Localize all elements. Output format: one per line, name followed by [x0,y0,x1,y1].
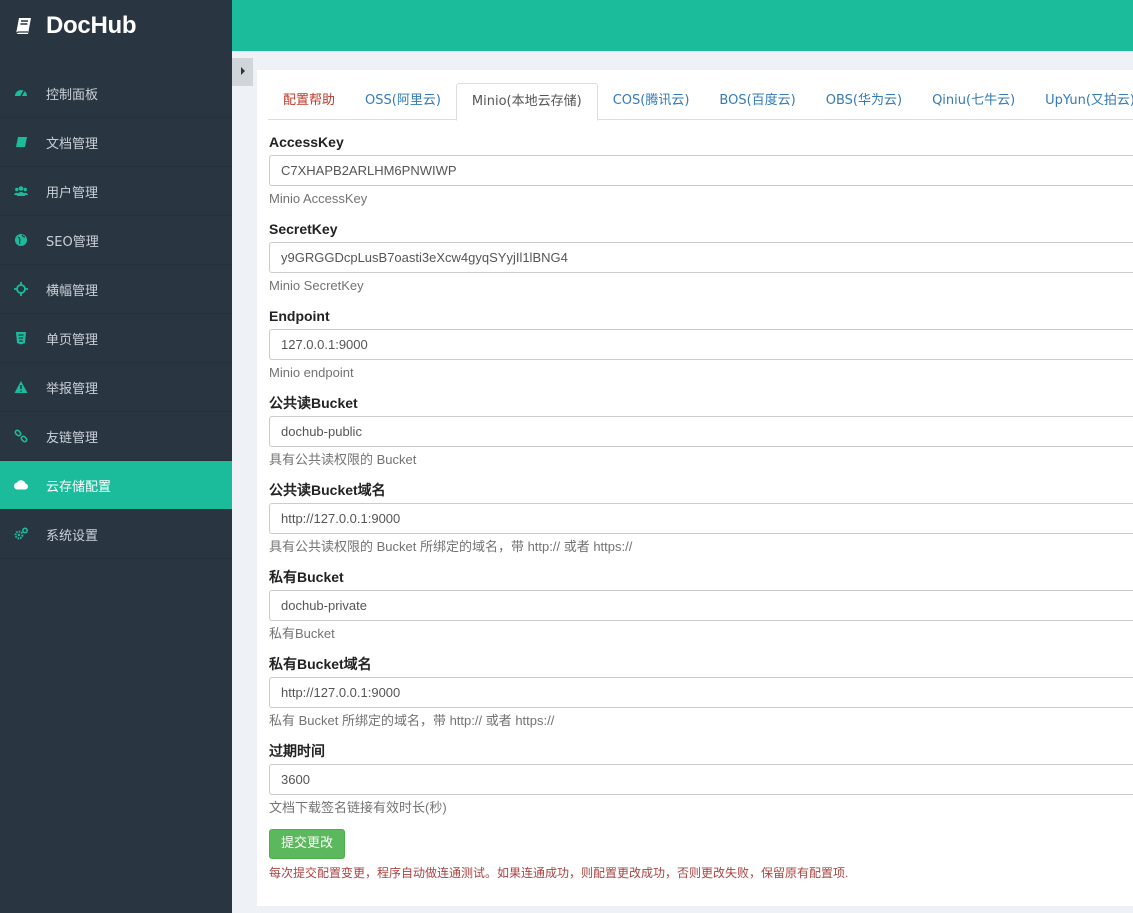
book-icon [14,16,34,36]
access-key-input[interactable]: C7XHAPB2ARLHM6PNWIWP [269,155,1133,186]
field-private-bucket: 私有Bucket dochub-private 私有Bucket [269,567,1133,654]
sidebar-item-label: 举报管理 [46,381,99,397]
field-help: 文档下载签名链接有效时长(秒) [269,800,447,815]
cloud-upload-icon [14,478,28,492]
sidebar-item-pages[interactable]: 单页管理 [0,314,232,363]
secret-key-input[interactable]: y9GRGGDcpLusB7oasti3eXcw4gyqSYyjIl1lBNG4 [269,242,1133,273]
field-label: 公共读Bucket [269,395,358,411]
config-panel: 配置帮助 OSS(阿里云) Minio(本地云存储) COS(腾讯云) BOS(… [257,70,1133,906]
field-help: 私有 Bucket 所绑定的域名，带 http:// 或者 https:// [269,713,555,728]
brand[interactable]: DocHub [0,0,232,51]
field-help: 具有公共读权限的 Bucket [269,452,417,467]
sidebar-nav: 控制面板 文档管理 用户管理 SEO管理 横幅管理 单页管理 举报管理 友链管理… [0,69,232,559]
tab-obs[interactable]: OBS(华为云) [811,83,917,120]
sidebar-item-label: 文档管理 [46,136,99,152]
caret-right-icon [239,65,247,80]
field-public-bucket: 公共读Bucket dochub-public 具有公共读权限的 Bucket [269,393,1133,480]
field-label: AccessKey [269,134,344,150]
sidebar: DocHub 控制面板 文档管理 用户管理 SEO管理 横幅管理 单页管理 举报… [0,0,232,913]
sidebar-item-label: 单页管理 [46,332,99,348]
gears-icon [14,527,28,541]
storage-tabs: 配置帮助 OSS(阿里云) Minio(本地云存储) COS(腾讯云) BOS(… [268,83,1133,121]
tab-bos[interactable]: BOS(百度云) [704,83,810,120]
field-secret-key: SecretKey y9GRGGDcpLusB7oasti3eXcw4gyqSY… [269,219,1133,306]
field-help: Minio endpoint [269,365,354,380]
public-bucket-domain-input[interactable]: http://127.0.0.1:9000 [269,503,1133,534]
tab-upyun[interactable]: UpYun(又拍云) [1030,83,1133,120]
tab-cos[interactable]: COS(腾讯云) [598,83,705,120]
sidebar-item-banners[interactable]: 横幅管理 [0,265,232,314]
private-bucket-input[interactable]: dochub-private [269,590,1133,621]
field-label: 公共读Bucket域名 [269,482,386,498]
field-label: Endpoint [269,308,330,324]
users-icon [14,184,28,198]
endpoint-input[interactable]: 127.0.0.1:9000 [269,329,1133,360]
sidebar-item-label: 系统设置 [46,528,99,544]
top-header [232,0,1133,51]
field-expire-time: 过期时间 3600 文档下载签名链接有效时长(秒) [269,741,1133,828]
expire-time-input[interactable]: 3600 [269,764,1133,795]
minio-config-form: AccessKey C7XHAPB2ARLHM6PNWIWP Minio Acc… [269,132,1133,881]
field-access-key: AccessKey C7XHAPB2ARLHM6PNWIWP Minio Acc… [269,132,1133,219]
sidebar-item-dashboard[interactable]: 控制面板 [0,69,232,118]
sidebar-item-label: 友链管理 [46,430,99,446]
sidebar-item-cloud-storage[interactable]: 云存储配置 [0,461,232,510]
submit-note: 每次提交配置变更，程序自动做连通测试。如果连通成功，则配置更改成功，否则更改失败… [269,866,849,880]
submit-button[interactable]: 提交更改 [269,829,346,859]
public-bucket-input[interactable]: dochub-public [269,416,1133,447]
field-help: 私有Bucket [269,626,335,641]
tab-oss[interactable]: OSS(阿里云) [350,83,456,120]
html5-icon [14,331,28,345]
tab-config-help[interactable]: 配置帮助 [268,83,350,120]
sidebar-item-label: SEO管理 [46,234,99,250]
sidebar-item-label: 控制面板 [46,87,99,103]
sidebar-item-label: 横幅管理 [46,283,99,299]
field-endpoint: Endpoint 127.0.0.1:9000 Minio endpoint [269,306,1133,393]
field-public-bucket-domain: 公共读Bucket域名 http://127.0.0.1:9000 具有公共读权… [269,480,1133,567]
sidebar-item-links[interactable]: 友链管理 [0,412,232,461]
sidebar-item-seo[interactable]: SEO管理 [0,216,232,265]
sidebar-item-label: 云存储配置 [46,479,112,495]
sidebar-item-documents[interactable]: 文档管理 [0,118,232,167]
sidebar-item-reports[interactable]: 举报管理 [0,363,232,412]
field-label: 私有Bucket域名 [269,656,372,672]
sidebar-item-users[interactable]: 用户管理 [0,167,232,216]
link-icon [14,429,28,443]
field-help: Minio SecretKey [269,278,364,293]
brand-name: DocHub [46,11,137,39]
tab-qiniu[interactable]: Qiniu(七牛云) [917,83,1030,120]
sidebar-item-settings[interactable]: 系统设置 [0,510,232,559]
field-help: Minio AccessKey [269,191,368,206]
crosshairs-icon [14,282,28,296]
field-help: 具有公共读权限的 Bucket 所绑定的域名，带 http:// 或者 http… [269,539,633,554]
tab-minio[interactable]: Minio(本地云存储) [455,83,598,121]
sidebar-item-label: 用户管理 [46,185,99,201]
field-private-bucket-domain: 私有Bucket域名 http://127.0.0.1:9000 私有 Buck… [269,654,1133,741]
globe-icon [14,233,28,247]
field-label: 过期时间 [269,743,325,759]
dashboard-icon [14,86,28,100]
warning-icon [14,380,28,394]
private-bucket-domain-input[interactable]: http://127.0.0.1:9000 [269,677,1133,708]
sidebar-toggle-button[interactable] [232,58,253,86]
field-label: 私有Bucket [269,569,344,585]
book-icon [14,135,28,149]
field-label: SecretKey [269,221,338,237]
